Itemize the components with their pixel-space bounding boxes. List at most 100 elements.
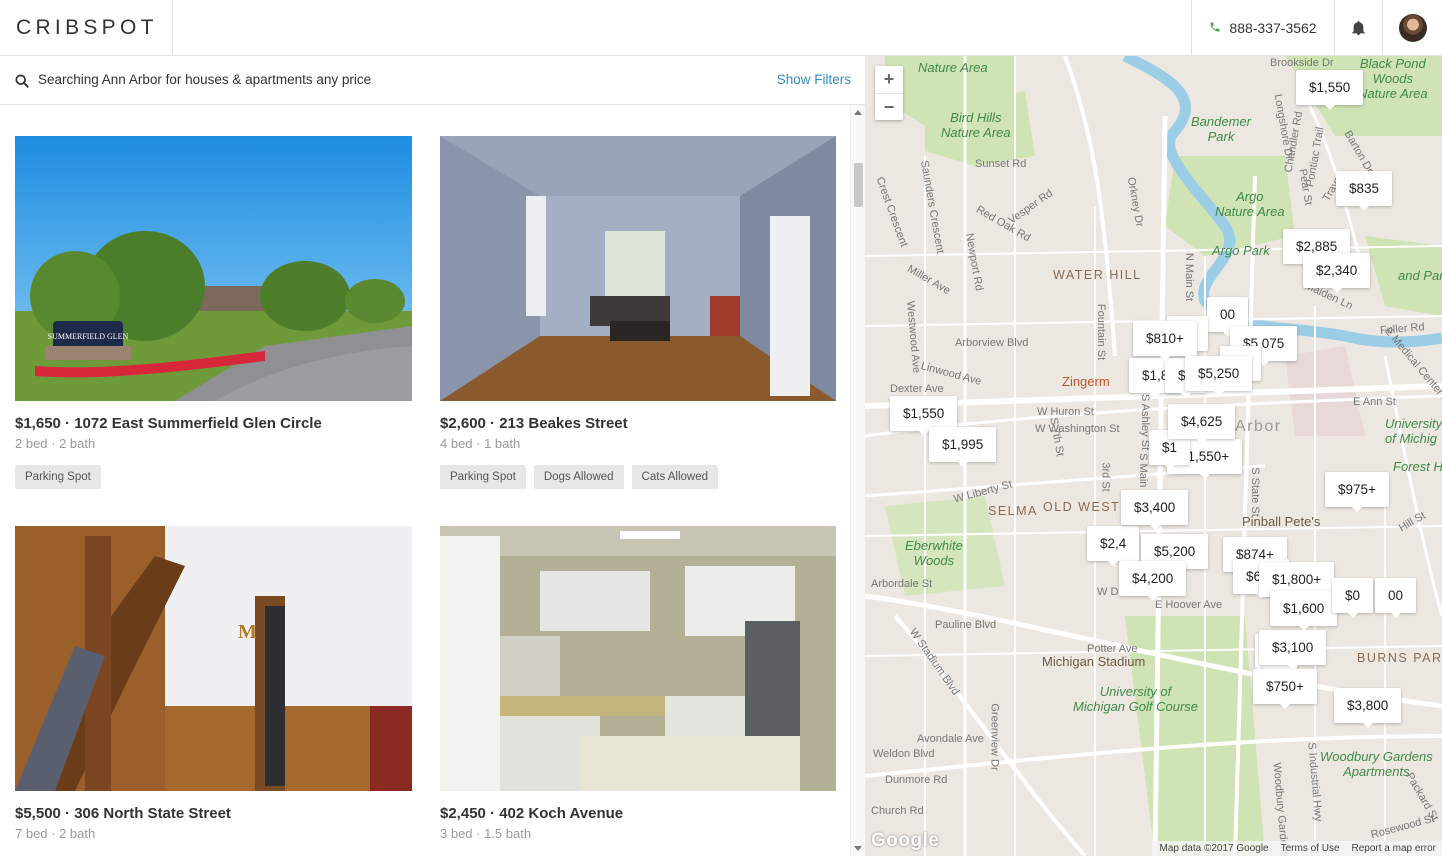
price-pin[interactable]: $1,550 xyxy=(1296,70,1364,110)
listing-card[interactable]: SUMMERFIELD GLEN $1,650 · 1072 East Summ… xyxy=(15,136,412,489)
listing-photo[interactable] xyxy=(440,526,836,791)
street-label: Greenview Dr xyxy=(988,703,1001,771)
street-label: Pauline Blvd xyxy=(935,619,997,631)
street-label: E Hoover Ave xyxy=(1155,599,1223,611)
zoom-control: + − xyxy=(875,66,903,120)
listing-title[interactable]: $5,500 · 306 North State Street xyxy=(15,805,412,822)
poi-label: Zingerm xyxy=(1062,374,1110,389)
search-icon xyxy=(15,74,29,88)
price-pin[interactable]: 00 xyxy=(1375,578,1417,618)
avatar xyxy=(1398,14,1427,42)
park-label: Argo Nature Area xyxy=(1215,189,1285,219)
price-pin[interactable]: $4,200 xyxy=(1119,561,1187,601)
price-pin[interactable]: $3,800 xyxy=(1334,688,1402,728)
park-label: Nature Area xyxy=(918,60,988,75)
price-pin[interactable]: $0 xyxy=(1332,578,1374,618)
listing-card[interactable]: $2,450 · 402 Koch Avenue 3 bed · 1.5 bat… xyxy=(440,526,836,841)
listing-tags: Parking Spot xyxy=(15,465,412,489)
summerfield-sign-text: SUMMERFIELD GLEN xyxy=(48,332,129,341)
street-label: N Main St xyxy=(1183,252,1196,302)
price-pin[interactable]: $835 xyxy=(1336,171,1393,211)
area-label: Arbor xyxy=(1235,418,1282,435)
street-label: Fountain St xyxy=(1095,303,1108,361)
listing-title[interactable]: $2,600 · 213 Beakes Street xyxy=(440,415,836,432)
google-logo[interactable]: Google xyxy=(871,830,939,852)
map-footer: Map data ©2017 Google Terms of Use Repor… xyxy=(1153,841,1442,856)
listings-panel: SUMMERFIELD GLEN $1,650 · 1072 East Summ… xyxy=(0,105,850,856)
zoom-out-button[interactable]: − xyxy=(875,93,903,120)
listing-card[interactable]: $2,600 · 213 Beakes Street 4 bed · 1 bat… xyxy=(440,136,836,489)
price-pin[interactable]: $3,400 xyxy=(1121,490,1189,530)
show-filters-link[interactable]: Show Filters xyxy=(777,72,851,87)
scroll-thumb[interactable] xyxy=(854,163,863,207)
park-label: Argo Park xyxy=(1212,243,1270,258)
cribspot-logo[interactable]: CRIBSPOT xyxy=(0,0,173,56)
listing-card[interactable]: M $5,500 · 306 North State Street 7 bed … xyxy=(15,526,412,841)
price-pin[interactable]: $3,100 xyxy=(1259,630,1327,670)
app-root: CRIBSPOT 888-337-3562 Searching Ann Arbo… xyxy=(0,0,1442,856)
listings-scrollbar[interactable] xyxy=(850,105,865,856)
price-pin[interactable]: $1,550 xyxy=(890,396,958,436)
price-pin[interactable]: $1,600 xyxy=(1270,591,1338,631)
park-label: Bird Hills Nature Area xyxy=(941,110,1011,140)
street-label: Avondale Ave xyxy=(917,733,984,745)
price-pin[interactable]: $2,340 xyxy=(1303,253,1371,293)
bell-icon xyxy=(1352,21,1365,35)
street-label: Arborview Blvd xyxy=(955,337,1029,349)
price-pin[interactable]: $1,995 xyxy=(929,427,997,467)
price-pin[interactable]: $2,4 xyxy=(1087,526,1140,566)
price-pin[interactable]: $750+ xyxy=(1253,669,1317,709)
park-label: Bandemer Park xyxy=(1191,114,1251,144)
phone-contact[interactable]: 888-337-3562 xyxy=(1191,0,1334,56)
listing-tags: Parking Spot Dogs Allowed Cats Allowed xyxy=(440,465,836,489)
map-panel[interactable]: + − Nature Area Bird Hills Nature Area A… xyxy=(865,56,1442,856)
zoom-in-button[interactable]: + xyxy=(875,66,903,93)
area-label: WATER HILL xyxy=(1053,268,1142,282)
tag-dogs-allowed: Dogs Allowed xyxy=(533,465,624,489)
user-menu[interactable] xyxy=(1382,0,1442,56)
top-header: CRIBSPOT 888-337-3562 xyxy=(0,0,1442,56)
price-pin[interactable]: $810+ xyxy=(1133,321,1197,361)
street-label: W Huron St xyxy=(1037,406,1094,418)
price-pin[interactable]: $4,625 xyxy=(1168,404,1236,444)
street-label: E Ann St xyxy=(1353,396,1396,408)
price-pin[interactable]: $975+ xyxy=(1325,472,1389,512)
listing-title[interactable]: $2,450 · 402 Koch Avenue xyxy=(440,805,836,822)
poi-label: Michigan Stadium xyxy=(1042,654,1146,669)
listing-title[interactable]: $1,650 · 1072 East Summerfield Glen Circ… xyxy=(15,415,412,432)
street-label: Dexter Ave xyxy=(890,383,944,395)
tag-parking-spot: Parking Spot xyxy=(15,465,101,489)
listing-details: 3 bed · 1.5 bath xyxy=(440,826,532,841)
report-map-error-link[interactable]: Report a map error xyxy=(1352,843,1436,854)
tag-cats-allowed: Cats Allowed xyxy=(631,465,719,489)
street-label: Arbordale St xyxy=(871,578,933,590)
price-pin[interactable]: $5,250 xyxy=(1185,356,1253,396)
park-label: Eberwhite Woods xyxy=(905,538,963,568)
park-label: Forest H xyxy=(1393,459,1442,474)
park-label: University of Michigan Golf Course xyxy=(1073,684,1198,714)
notifications-button[interactable] xyxy=(1334,0,1382,56)
search-summary-bar: Searching Ann Arbor for houses & apartme… xyxy=(0,56,865,105)
scroll-down-arrow-icon[interactable] xyxy=(854,846,862,851)
street-label: Brookside Dr xyxy=(1270,57,1334,69)
listing-photo[interactable]: M xyxy=(15,526,412,791)
listing-details: 4 bed · 1 bath xyxy=(440,436,521,451)
street-label: Potter Ave xyxy=(1087,643,1138,655)
street-label: S State St xyxy=(1248,467,1261,517)
listing-photo[interactable]: SUMMERFIELD GLEN xyxy=(15,136,412,401)
area-label: BURNS PAR xyxy=(1357,651,1442,665)
area-label: SELMA xyxy=(988,504,1038,518)
park-label: University of Michig xyxy=(1385,416,1442,446)
scroll-up-arrow-icon[interactable] xyxy=(854,110,862,115)
phone-icon xyxy=(1209,20,1221,36)
phone-number: 888-337-3562 xyxy=(1229,20,1317,36)
listing-photo[interactable] xyxy=(440,136,836,401)
street-label: Church Rd xyxy=(871,805,924,817)
terms-of-use-link[interactable]: Terms of Use xyxy=(1281,843,1340,854)
map-data-credit: Map data ©2017 Google xyxy=(1159,843,1269,854)
street-label: 3rd St xyxy=(1099,462,1112,492)
street-label: Weldon Blvd xyxy=(873,748,935,760)
tag-parking-spot: Parking Spot xyxy=(440,465,526,489)
street-label: Sunset Rd xyxy=(975,158,1027,170)
park-label: and Park xyxy=(1398,268,1442,283)
